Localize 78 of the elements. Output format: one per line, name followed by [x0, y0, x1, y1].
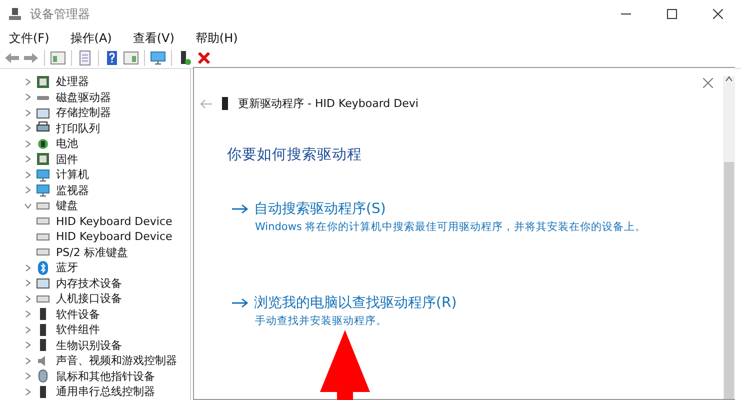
tree-item[interactable]: HID Keyboard Device — [56, 214, 172, 228]
chevron-right-icon[interactable] — [24, 310, 32, 318]
menu-item[interactable]: 查看(V) — [128, 30, 180, 46]
chevron-right-icon[interactable] — [24, 78, 32, 86]
menu-item[interactable]: 操作(A) — [65, 30, 117, 46]
dialog-heading: 你要如何搜索驱动程 — [227, 146, 363, 164]
option-link[interactable]: 浏览我的电脑以查找驱动程序(R) — [254, 294, 457, 312]
tree-item[interactable]: 磁盘驱动器 — [56, 90, 111, 105]
mouse-icon — [36, 369, 50, 384]
tree-item[interactable]: 鼠标和其他指针设备 — [56, 368, 155, 384]
back-arrow-icon[interactable] — [200, 98, 212, 108]
chevron-right-icon[interactable] — [24, 155, 32, 164]
chip-icon — [36, 152, 50, 166]
close-icon — [713, 9, 723, 19]
chevron-right-icon[interactable] — [24, 326, 32, 334]
chevron-right-icon[interactable] — [24, 93, 32, 102]
tree-item[interactable]: 计算机 — [56, 167, 89, 182]
close-icon — [703, 78, 713, 88]
back-arrow-icon[interactable] — [4, 50, 20, 66]
device-icon — [222, 97, 228, 110]
tree-item[interactable]: 软件组件 — [56, 322, 100, 338]
tree-item[interactable]: PS/2 标准键盘 — [56, 244, 128, 260]
tree-item[interactable]: 键盘 — [56, 198, 78, 214]
dialog-title: 更新驱动程序 - HID Keyboard Devi — [238, 96, 418, 111]
chevron-right-icon[interactable] — [24, 341, 32, 350]
right-arrow-icon — [232, 298, 248, 308]
option-description: Windows 将在你的计算机中搜索最佳可用驱动程序，并将其安装在你的设备上。 — [255, 220, 648, 234]
chevron-right-icon[interactable] — [24, 170, 32, 179]
app-icon — [8, 7, 22, 21]
monitor-icon — [36, 183, 50, 198]
menu-item[interactable]: 文件(F) — [4, 30, 54, 46]
maximize-icon — [667, 9, 677, 19]
monitor-icon — [36, 168, 50, 182]
chevron-right-icon[interactable] — [24, 356, 32, 365]
help-icon[interactable] — [104, 50, 120, 66]
storage-icon — [36, 276, 50, 290]
bluetooth-icon — [36, 260, 50, 275]
chevron-right-icon[interactable] — [24, 186, 32, 194]
scroll-up-icon — [725, 76, 733, 82]
battery-icon — [36, 136, 50, 151]
chevron-right-icon[interactable] — [24, 388, 32, 396]
panel-icon[interactable] — [50, 50, 66, 66]
document-icon[interactable] — [77, 50, 93, 66]
tree-item[interactable]: 监视器 — [56, 182, 89, 198]
right-arrow-icon — [232, 204, 248, 214]
panel-icon[interactable] — [123, 50, 139, 66]
tree-item[interactable]: 蓝牙 — [56, 260, 78, 276]
up-arrow-icon — [318, 330, 372, 400]
chevron-right-icon[interactable] — [24, 264, 32, 272]
chevron-right-icon[interactable] — [24, 279, 32, 288]
chip-icon — [36, 74, 50, 89]
tree-item[interactable]: 人机接口设备 — [56, 291, 122, 306]
tree-item[interactable]: 电池 — [56, 136, 78, 152]
tree-item[interactable]: 处理器 — [56, 74, 89, 90]
window-title: 设备管理器 — [30, 6, 90, 22]
storage-icon — [36, 106, 50, 120]
chevron-right-icon[interactable] — [24, 372, 32, 380]
option-description: 手动查找并安装驱动程序。 — [255, 314, 388, 328]
chevron-right-icon[interactable] — [24, 140, 32, 148]
scrollbar[interactable] — [723, 76, 735, 399]
tree-item[interactable]: 软件设备 — [56, 306, 100, 322]
tree-item[interactable]: 声音、视频和游戏控制器 — [56, 353, 177, 368]
tree-item[interactable]: 打印队列 — [56, 120, 100, 136]
option-link[interactable]: 自动搜索驱动程序(S) — [254, 200, 386, 218]
tree-item[interactable]: 存储控制器 — [56, 105, 111, 120]
chevron-right-icon[interactable] — [24, 294, 32, 303]
chevron-right-icon[interactable] — [24, 124, 32, 132]
forward-arrow-icon[interactable] — [23, 50, 39, 66]
tree-item[interactable]: 内存技术设备 — [56, 276, 122, 291]
tree-item[interactable]: 固件 — [56, 152, 78, 167]
monitor-icon[interactable] — [150, 50, 166, 66]
tree-item[interactable]: 生物识别设备 — [56, 338, 122, 353]
chevron-down-icon[interactable] — [24, 202, 32, 210]
delete-icon[interactable] — [196, 50, 212, 66]
tree-item[interactable]: 通用串行总线控制器 — [56, 384, 155, 400]
tree-item[interactable]: HID Keyboard Device — [56, 230, 172, 244]
menu-item[interactable]: 帮助(H) — [190, 30, 243, 46]
chevron-right-icon[interactable] — [24, 108, 32, 117]
